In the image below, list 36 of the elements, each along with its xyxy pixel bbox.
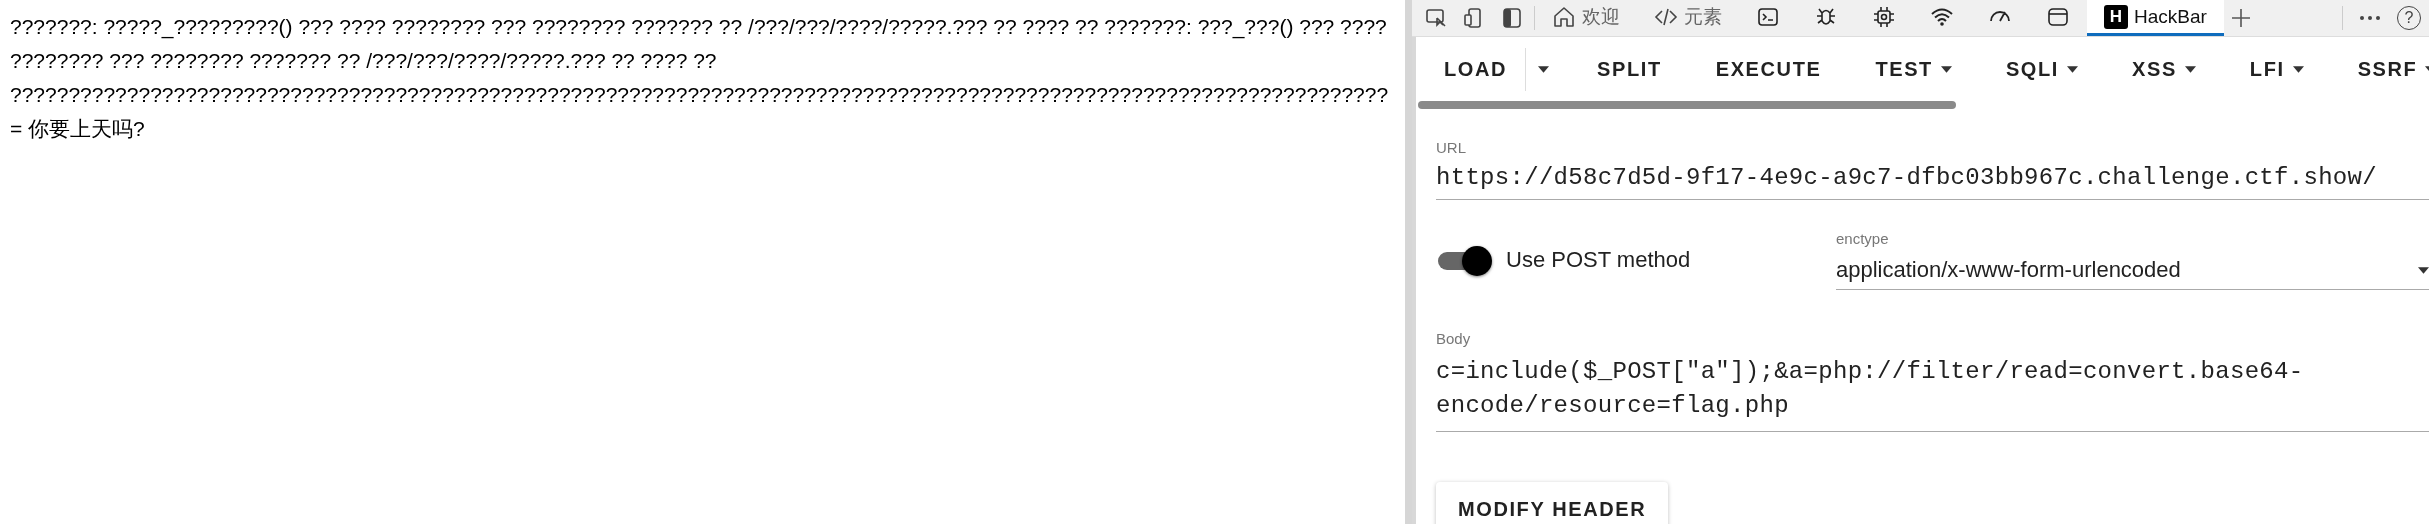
home-icon <box>1552 4 1576 29</box>
caret-icon <box>2292 65 2304 73</box>
toolbar-button[interactable]: LOAD <box>1426 47 1527 91</box>
menu-button[interactable]: TEST <box>1857 47 1970 91</box>
menu-button[interactable]: SQLI <box>1987 47 2096 91</box>
devtools-tab[interactable]: 元素 <box>1637 0 1739 36</box>
menu-button[interactable]: LFI <box>2231 47 2322 91</box>
devtools-tab[interactable]: H HackBar <box>2087 0 2224 36</box>
scrollbar-thumb[interactable] <box>1418 101 1956 109</box>
menu-button[interactable]: SSRF <box>2339 47 2429 91</box>
page-text: ?????????????????????????????????????????????????????????????????????????????????????????????????????????????????????? <box>10 82 1389 108</box>
caret-icon <box>1940 65 1952 73</box>
inspect-icon[interactable] <box>1424 6 1448 30</box>
menu-button[interactable]: XSS <box>2114 47 2214 91</box>
devtools-tab[interactable]: 欢迎 <box>1535 0 1637 36</box>
page-text: ???????? ??? ???????? ??????? ?? /???/???/????/?????.??? ?? ???? ?? <box>10 48 717 74</box>
hackbar-logo: H <box>2104 4 2128 29</box>
caret-icon <box>1538 65 1550 73</box>
plus-icon[interactable] <box>2229 7 2252 29</box>
more-icon[interactable] <box>2359 15 2381 21</box>
enctype-label: enctype <box>1836 230 1890 247</box>
post-toggle[interactable] <box>1436 245 1494 275</box>
toolbar-button[interactable]: SPLIT <box>1579 47 1680 91</box>
enctype-select[interactable]: application/x-www-form-urlencoded <box>1836 255 2429 290</box>
chip-icon <box>1872 4 1896 29</box>
body-field[interactable]: Body c=include($_POST["a"]);&a=php://filter/read=convert.base64-encode/resource=flag.php <box>1436 324 2429 432</box>
modify-header-button[interactable]: MODIFY HEADER <box>1436 482 1669 524</box>
page-text: = 你要上天吗? <box>10 116 145 142</box>
toolbar-button[interactable]: EXECUTE <box>1697 47 1840 91</box>
caret-icon <box>2184 65 2196 73</box>
page-text: ???????: ?????_?????????() ??? ???? ???????? ??? ???????? ??????? ?? /???/???/????/?????.??? ?? ???? ?? ???????: ???_???() ??? ???? <box>10 14 1387 41</box>
sidebar-icon[interactable] <box>1500 6 1524 30</box>
caret-icon <box>2067 65 2078 73</box>
url-field[interactable]: URL https://d58c7d5d-9f17-4e9c-a9c7-dfbc03bb967c.challenge.ctf.show/ <box>1436 133 2429 200</box>
toggle-label: Use POST method <box>1506 247 1692 273</box>
caret-icon <box>2418 266 2429 274</box>
